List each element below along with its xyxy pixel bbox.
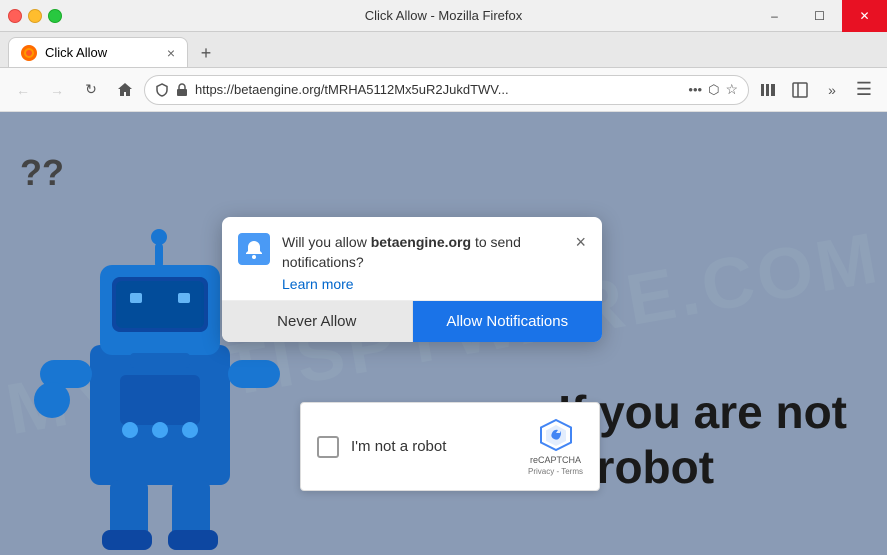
bell-icon	[244, 239, 264, 259]
sidebar-toggle-button[interactable]	[785, 75, 815, 105]
recaptcha-logo	[538, 417, 574, 453]
address-bar[interactable]: https://betaengine.org/tMRHA5112Mx5uR2Ju…	[144, 75, 749, 105]
tab-favicon	[21, 45, 37, 61]
maximize-traffic-light[interactable]	[48, 9, 62, 23]
popup-header: Will you allow betaengine.org to send no…	[222, 217, 602, 300]
menu-button[interactable]: ☰	[849, 75, 879, 105]
more-icon: •••	[688, 82, 702, 97]
tab-bar: Click Allow × +	[0, 32, 887, 68]
url-text: https://betaengine.org/tMRHA5112Mx5uR2Ju…	[195, 82, 682, 97]
captcha-checkbox[interactable]	[317, 436, 339, 458]
minimize-traffic-light[interactable]	[28, 9, 42, 23]
nav-icons-right: » ☰	[753, 75, 879, 105]
window-controls: – ☐ ✕	[752, 0, 887, 32]
refresh-button[interactable]: ↻	[76, 75, 106, 105]
allow-notifications-button[interactable]: Allow Notifications	[413, 301, 603, 342]
tab-label: Click Allow	[45, 45, 159, 60]
window-title: Click Allow - Mozilla Firefox	[365, 8, 522, 23]
more-tools-button[interactable]: »	[817, 75, 847, 105]
popup-close-button[interactable]: ×	[575, 233, 586, 251]
forward-button[interactable]: →	[42, 75, 72, 105]
security-icon	[155, 83, 169, 97]
popup-learn-more-link[interactable]: Learn more	[282, 276, 563, 292]
title-bar: Click Allow - Mozilla Firefox – ☐ ✕	[0, 0, 887, 32]
page-text-line1: If you are not	[558, 385, 847, 440]
firefox-icon	[23, 47, 35, 59]
popup-question-prefix: Will you allow	[282, 234, 371, 250]
notification-popup: Will you allow betaengine.org to send no…	[222, 217, 602, 342]
new-tab-button[interactable]: +	[192, 39, 220, 67]
nav-bar: ← → ↻ https://betaengine.org/tMRHA5112Mx…	[0, 68, 887, 112]
pocket-icon[interactable]: ⬡	[708, 82, 719, 98]
minimize-button[interactable]: –	[752, 0, 797, 32]
home-button[interactable]	[110, 75, 140, 105]
back-button[interactable]: ←	[8, 75, 38, 105]
active-tab[interactable]: Click Allow ×	[8, 37, 188, 67]
notification-icon	[238, 233, 270, 265]
tab-close-button[interactable]: ×	[167, 45, 175, 61]
sidebar-icon	[792, 82, 808, 98]
popup-buttons: Never Allow Allow Notifications	[222, 300, 602, 342]
library-button[interactable]	[753, 75, 783, 105]
close-traffic-light[interactable]	[8, 9, 22, 23]
popup-site: betaengine.org	[371, 234, 471, 250]
captcha-box[interactable]: I'm not a robot reCAPTCHA Privacy - Term…	[300, 402, 600, 491]
maximize-button[interactable]: ☐	[797, 0, 842, 32]
captcha-logo-area: reCAPTCHA Privacy - Terms	[528, 417, 583, 476]
recaptcha-terms[interactable]: Terms	[561, 467, 583, 476]
bookmark-icon[interactable]: ☆	[725, 81, 738, 98]
traffic-lights	[8, 9, 62, 23]
recaptcha-links: Privacy - Terms	[528, 467, 583, 476]
never-allow-button[interactable]: Never Allow	[222, 301, 413, 342]
close-button[interactable]: ✕	[842, 0, 887, 32]
popup-text: Will you allow betaengine.org to send no…	[282, 233, 563, 292]
popup-question: Will you allow betaengine.org to send no…	[282, 234, 521, 270]
page-content: MYANTISPYWARE.COM ??	[0, 112, 887, 555]
home-icon	[117, 82, 133, 98]
recaptcha-brand: reCAPTCHA	[530, 455, 581, 465]
page-text-line2: a robot	[558, 440, 847, 495]
recaptcha-privacy[interactable]: Privacy	[528, 467, 554, 476]
library-icon	[760, 82, 776, 98]
lock-icon	[175, 83, 189, 97]
captcha-label: I'm not a robot	[351, 438, 516, 455]
page-body-text: If you are not a robot	[558, 385, 847, 495]
